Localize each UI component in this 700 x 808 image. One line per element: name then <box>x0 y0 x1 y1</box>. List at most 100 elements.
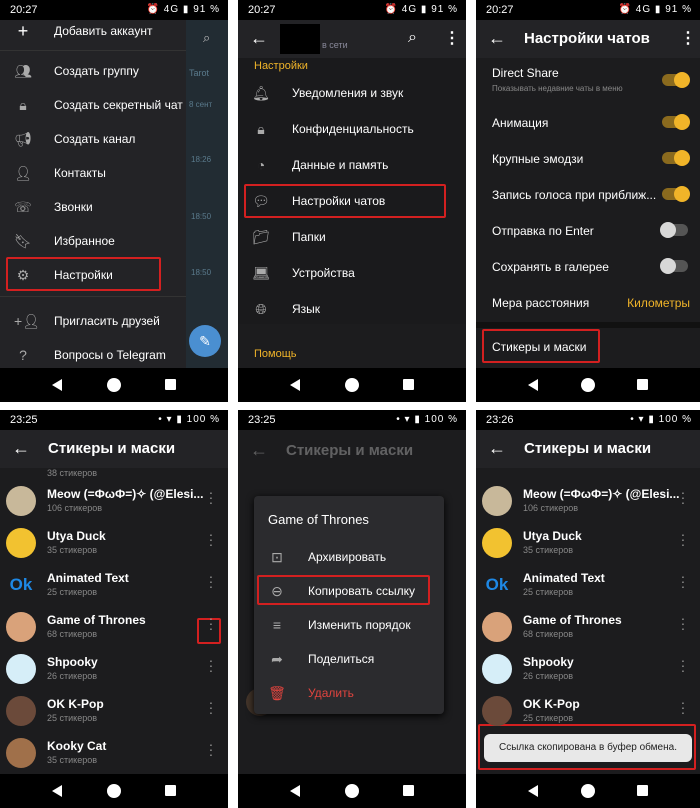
setting-toggle[interactable] <box>662 186 690 202</box>
sticker-name[interactable]: Shpooky <box>47 655 98 669</box>
sticker-name[interactable]: Game of Thrones <box>523 613 622 627</box>
back-icon[interactable] <box>528 785 538 797</box>
menu-delete[interactable]: 🗑︎ Удалить <box>254 676 444 710</box>
direct-share-toggle[interactable] <box>662 72 690 88</box>
recents-icon[interactable] <box>165 379 176 390</box>
setting-row[interactable]: Запись голоса при приближ... <box>476 178 700 210</box>
settings-data[interactable]: ◔ Данные и память <box>238 148 466 182</box>
compose-button[interactable]: ✎ <box>189 325 221 357</box>
menu-item-create-group[interactable]: 👥︎ Создать группу <box>0 54 186 88</box>
sticker-name[interactable]: OK K-Pop <box>47 697 104 711</box>
settings-privacy[interactable]: 🔒︎ Конфиденциальность <box>238 112 466 146</box>
more-vert-icon[interactable]: · · · <box>204 485 218 509</box>
search-icon[interactable]: ⌕ <box>408 29 417 47</box>
more-vert-icon[interactable]: · · · <box>676 485 690 509</box>
settings-devices[interactable]: 💻︎ Устройства <box>238 256 466 290</box>
more-vert-icon[interactable]: · · · <box>204 695 218 719</box>
menu-share[interactable]: ➦ Поделиться <box>254 642 444 676</box>
sticker-name[interactable]: Shpooky <box>523 655 574 669</box>
more-vert-icon[interactable]: · · · <box>204 569 218 593</box>
status-time: 20:27 <box>248 4 276 16</box>
more-vert-icon[interactable]: · · · <box>676 527 690 551</box>
menu-item-contacts[interactable]: 👤︎ Контакты <box>0 156 186 190</box>
sticker-name[interactable]: Utya Duck <box>523 529 582 543</box>
header: ← Настройки чатов ⋮ <box>476 20 700 58</box>
setting-row[interactable]: Крупные эмодзи <box>476 142 700 174</box>
menu-item-create-channel[interactable]: 📢︎ Создать канал <box>0 122 186 156</box>
setting-toggle[interactable] <box>660 222 688 238</box>
more-vert-icon[interactable]: · · · <box>204 611 218 635</box>
back-arrow-icon[interactable]: ← <box>250 28 268 49</box>
back-arrow-icon: ← <box>250 440 268 460</box>
back-icon[interactable] <box>528 379 538 391</box>
home-icon[interactable] <box>345 784 359 798</box>
back-icon[interactable] <box>52 379 62 391</box>
sticker-name[interactable]: Meow (=ФωФ=)✧ (@Elesi... <box>47 487 203 501</box>
sticker-name[interactable]: Kooky Cat <box>47 739 106 753</box>
menu-item-faq[interactable]: ? Вопросы о Telegram <box>0 338 186 372</box>
menu-item-saved[interactable]: 🔖︎ Избранное <box>0 224 186 258</box>
menu-item-calls[interactable]: ☏ Звонки <box>0 190 186 224</box>
more-vert-icon[interactable]: ⋮ <box>680 28 696 48</box>
battery-level: 100 % <box>658 414 692 425</box>
more-vert-icon[interactable]: · · · <box>676 611 690 635</box>
home-icon[interactable] <box>581 784 595 798</box>
menu-archive[interactable]: ⊡ Архивировать <box>254 540 444 574</box>
menu-item-label: Создать секретный чат <box>54 98 183 112</box>
home-icon[interactable] <box>107 784 121 798</box>
recents-icon[interactable] <box>403 379 414 390</box>
more-vert-icon[interactable]: ⋮ <box>444 28 460 48</box>
more-vert-icon[interactable]: · · · <box>204 653 218 677</box>
back-icon[interactable] <box>290 785 300 797</box>
sticker-name[interactable]: Meow (=ФωФ=)✧ (@Elesi... <box>523 487 679 501</box>
more-vert-icon[interactable]: · · · <box>204 527 218 551</box>
sticker-count: 68 стикеров <box>47 629 97 639</box>
home-icon[interactable] <box>345 378 359 392</box>
status-icons: • ▾ ▮ 100 % <box>396 414 458 425</box>
back-arrow-icon[interactable]: ← <box>488 438 506 459</box>
sticker-name[interactable]: Animated Text <box>47 571 129 585</box>
menu-item-secret-chat[interactable]: 🔒︎ Создать секретный чат <box>0 88 186 122</box>
recents-icon[interactable] <box>637 785 648 796</box>
direct-share-row[interactable]: Direct Share Показывать недавние чаты в … <box>476 60 700 100</box>
help-icon: ? <box>19 347 27 363</box>
cat-sticker-icon <box>482 486 512 516</box>
back-arrow-icon[interactable]: ← <box>12 438 30 459</box>
settings-language[interactable]: 🌐︎ Язык <box>238 292 466 326</box>
back-arrow-icon[interactable]: ← <box>488 28 506 49</box>
recents-icon[interactable] <box>637 379 648 390</box>
back-icon[interactable] <box>290 379 300 391</box>
setting-toggle[interactable] <box>662 150 690 166</box>
add-account-row[interactable]: + Добавить аккаунт <box>0 14 186 48</box>
more-vert-icon[interactable]: · · · <box>676 569 690 593</box>
more-vert-icon[interactable]: · · · <box>676 653 690 677</box>
folder-icon: 📁︎ <box>252 229 270 245</box>
setting-row[interactable]: Анимация <box>476 106 700 138</box>
menu-item-invite[interactable]: +👤︎ Пригласить друзей <box>0 304 186 338</box>
recents-icon[interactable] <box>165 785 176 796</box>
settings-notifications[interactable]: 🔔︎ Уведомления и звук <box>238 76 466 110</box>
highlight-box <box>244 184 446 218</box>
search-icon[interactable]: ⌕ <box>203 30 210 46</box>
sticker-name[interactable]: Utya Duck <box>47 529 106 543</box>
recents-icon[interactable] <box>403 785 414 796</box>
setting-row[interactable]: Сохранять в галерее <box>476 250 700 282</box>
sticker-name[interactable]: Animated Text <box>523 571 605 585</box>
sticker-count: 25 стикеров <box>47 587 97 597</box>
more-vert-icon[interactable]: · · · <box>676 695 690 719</box>
android-nav-bar <box>0 368 228 402</box>
menu-reorder[interactable]: ≡ Изменить порядок <box>254 608 444 642</box>
back-icon[interactable] <box>52 785 62 797</box>
distance-row[interactable]: Мера расстояния Километры <box>476 286 700 318</box>
sticker-name[interactable]: OK K-Pop <box>523 697 580 711</box>
setting-row[interactable]: Отправка по Enter <box>476 214 700 246</box>
home-icon[interactable] <box>107 378 121 392</box>
sticker-name[interactable]: Game of Thrones <box>47 613 146 627</box>
setting-label: Отправка по Enter <box>492 224 594 238</box>
sticker-count: 35 стикеров <box>523 545 573 555</box>
more-vert-icon[interactable]: · · · <box>204 737 218 761</box>
home-icon[interactable] <box>581 378 595 392</box>
setting-toggle[interactable] <box>660 258 688 274</box>
settings-folders[interactable]: 📁︎ Папки <box>238 220 466 254</box>
setting-toggle[interactable] <box>662 114 690 130</box>
